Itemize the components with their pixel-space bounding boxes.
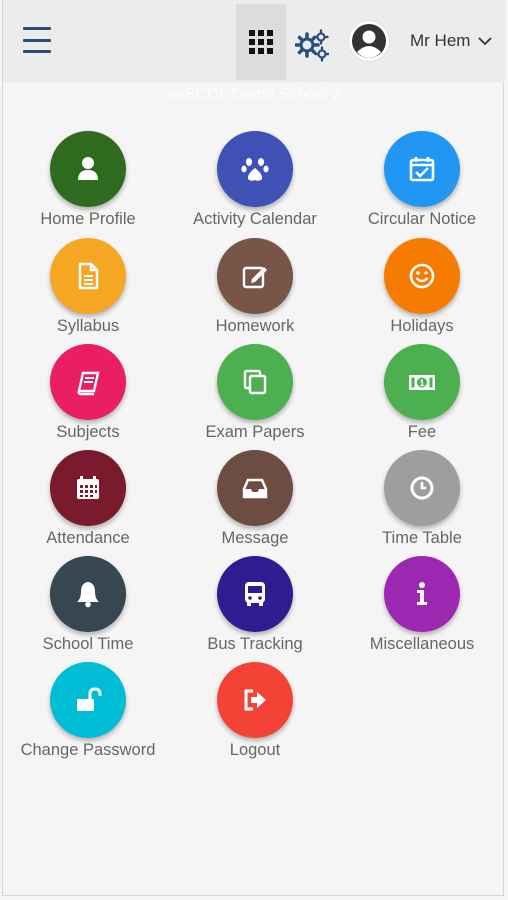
app-frame: Mr Hem eeSCOL Demo School 2 Home Profile: [2, 0, 505, 896]
gears-icon: [294, 29, 330, 62]
tile-exam-papers[interactable]: Exam Papers: [172, 344, 338, 442]
tile-label: School Time: [42, 635, 134, 653]
calendar-icon: [77, 476, 99, 499]
svg-text:1: 1: [419, 378, 424, 388]
homework-button[interactable]: [217, 238, 293, 314]
edit-icon: [242, 266, 267, 289]
logout-button[interactable]: [217, 662, 293, 738]
tile-time-table[interactable]: Time Table: [339, 450, 505, 548]
tile-label: Home Profile: [40, 210, 136, 228]
tile-holidays[interactable]: Holidays: [339, 238, 505, 336]
tile-label: Holidays: [390, 317, 454, 335]
calendar-check-icon: [409, 157, 435, 182]
tile-circular-notice[interactable]: Circular Notice: [339, 131, 505, 229]
bus-tracking-button[interactable]: [217, 556, 293, 632]
apps-grid-button[interactable]: [236, 4, 286, 80]
bell-icon: [77, 582, 99, 608]
user-name: Mr Hem: [410, 31, 471, 50]
copy-icon: [243, 369, 267, 395]
school-time-button[interactable]: [50, 556, 126, 632]
tile-label: Fee: [407, 423, 437, 441]
tile-label: Homework: [215, 317, 295, 335]
tile-homework[interactable]: Homework: [172, 238, 338, 336]
tile-change-password[interactable]: Change Password: [5, 662, 171, 760]
tile-message[interactable]: Message: [172, 450, 338, 548]
tile-school-time[interactable]: School Time: [5, 556, 171, 654]
tile-label: Syllabus: [56, 317, 120, 335]
paw-icon: [241, 158, 269, 181]
home-profile-button[interactable]: [50, 131, 126, 207]
change-password-button[interactable]: [50, 662, 126, 738]
tile-label: Circular Notice: [367, 210, 477, 228]
clock-icon: [410, 476, 434, 500]
tile-label: Logout: [229, 741, 281, 759]
subjects-button[interactable]: [50, 344, 126, 420]
tile-label: Activity Calendar: [193, 210, 317, 228]
tile-label: Miscellaneous: [369, 635, 475, 653]
user-avatar-icon: [349, 21, 389, 61]
top-navbar: Mr Hem: [3, 0, 505, 82]
exam-papers-button[interactable]: [217, 344, 293, 420]
bus-icon: [245, 582, 265, 606]
tile-home-profile[interactable]: Home Profile: [5, 131, 171, 229]
logout-icon: [244, 689, 266, 711]
tile-label: Attendance: [46, 529, 130, 547]
unlock-icon: [77, 687, 102, 711]
tile-label: Message: [221, 529, 289, 547]
syllabus-button[interactable]: [50, 238, 126, 314]
user-icon: [78, 157, 98, 180]
money-icon: 1: [409, 375, 435, 390]
smile-icon: [409, 263, 435, 289]
document-icon: [78, 262, 99, 290]
activity-calendar-button[interactable]: [217, 131, 293, 207]
holidays-button[interactable]: [384, 238, 460, 314]
tile-logout[interactable]: Logout: [172, 662, 338, 760]
chevron-down-icon: [478, 37, 493, 46]
tile-label: Change Password: [20, 741, 156, 759]
tile-subjects[interactable]: Subjects: [5, 344, 171, 442]
settings-button[interactable]: [294, 28, 330, 62]
tile-attendance[interactable]: Attendance: [5, 450, 171, 548]
tile-label: Subjects: [56, 423, 120, 441]
miscellaneous-button[interactable]: [384, 556, 460, 632]
tile-syllabus[interactable]: Syllabus: [5, 238, 171, 336]
tile-bus-tracking[interactable]: Bus Tracking: [172, 556, 338, 654]
book-icon: [77, 371, 100, 396]
inbox-icon: [242, 478, 268, 499]
user-menu[interactable]: Mr Hem: [349, 20, 493, 62]
tile-label: Bus Tracking: [207, 635, 303, 653]
grid-icon: [249, 30, 273, 54]
tile-activity-calendar[interactable]: Activity Calendar: [172, 131, 338, 229]
time-table-button[interactable]: [384, 450, 460, 526]
message-button[interactable]: [217, 450, 293, 526]
fee-button[interactable]: 1: [384, 344, 460, 420]
attendance-button[interactable]: [50, 450, 126, 526]
tile-miscellaneous[interactable]: Miscellaneous: [339, 556, 505, 654]
hamburger-icon[interactable]: [23, 27, 51, 53]
tile-fee[interactable]: 1 Fee: [339, 344, 505, 442]
info-icon: [417, 582, 427, 605]
tile-label: Time Table: [382, 529, 462, 547]
tile-label: Exam Papers: [205, 423, 305, 441]
school-name: eeSCOL Demo School 2: [166, 86, 342, 103]
circular-notice-button[interactable]: [384, 131, 460, 207]
